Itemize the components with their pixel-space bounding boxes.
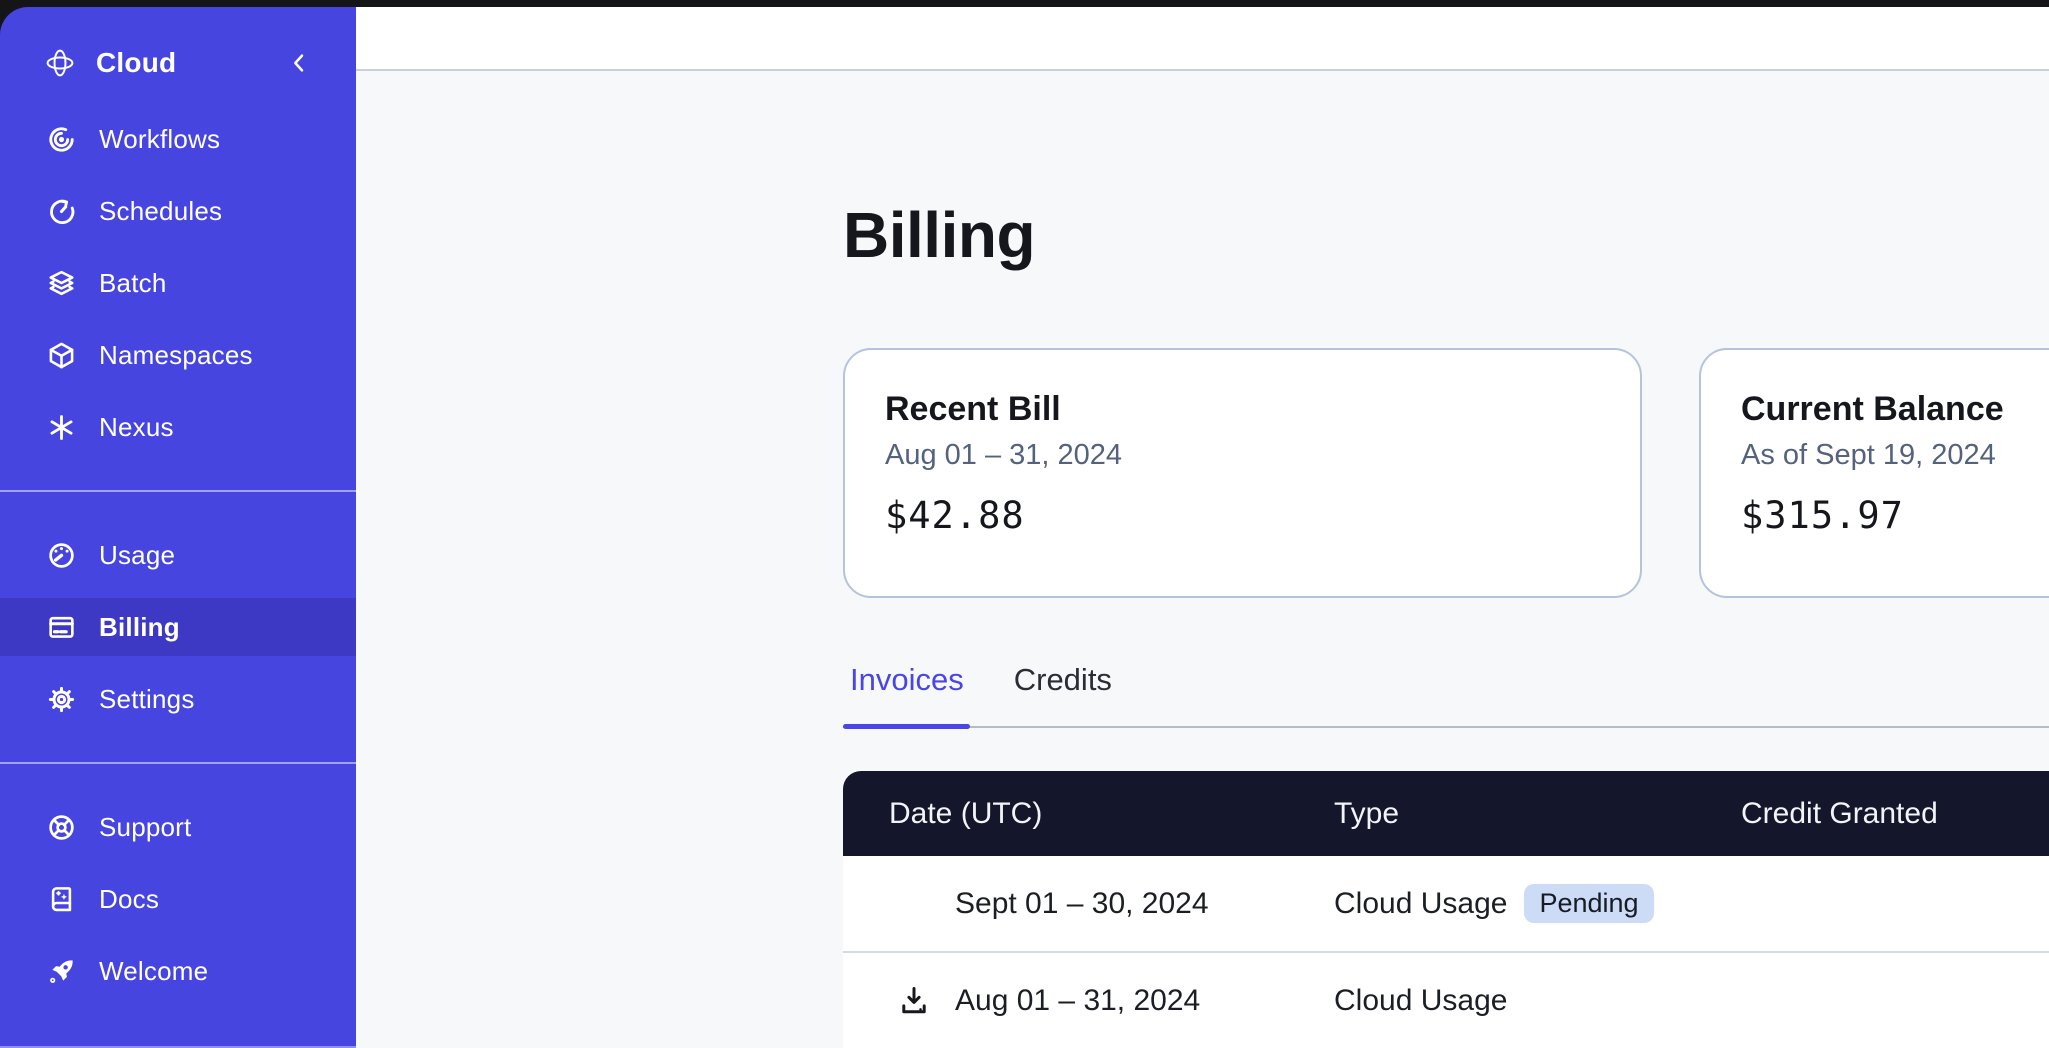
namespaces-cube-icon (46, 340, 77, 371)
summary-cards: Recent Bill Aug 01 – 31, 2024 $42.88 Cur… (843, 348, 2049, 598)
card-title: Recent Bill (885, 390, 1600, 429)
docs-book-icon (46, 884, 77, 915)
sidebar-item-label: Support (99, 812, 191, 843)
cloud-orbit-icon (44, 43, 76, 83)
page-title: Billing (843, 203, 2049, 267)
sidebar-item-support[interactable]: Support (0, 791, 356, 863)
support-lifebuoy-icon (46, 812, 77, 843)
current-balance-card: Current Balance As of Sept 19, 2024 $315… (1699, 348, 2049, 598)
sidebar-item-label: Welcome (99, 956, 208, 987)
sidebar-item-schedules[interactable]: Schedules (0, 175, 356, 247)
sidebar-item-usage[interactable]: Usage (0, 519, 356, 591)
sidebar-section: Support Docs Welcome (0, 791, 356, 1007)
sidebar-item-label: Schedules (99, 196, 222, 227)
table-header: Date (UTC) Type Credit Granted (843, 771, 2049, 856)
table-row: Sept 01 – 30, 2024 Cloud Usage Pending (843, 856, 2049, 951)
card-subtitle: As of Sept 19, 2024 (1741, 439, 2049, 472)
sidebar-item-label: Docs (99, 884, 159, 915)
sidebar-item-namespaces[interactable]: Namespaces (0, 319, 356, 391)
content: Billing Recent Bill Aug 01 – 31, 2024 $4… (356, 71, 2049, 1048)
column-header-date: Date (UTC) (843, 797, 1334, 831)
tab-credits[interactable]: Credits (1014, 662, 1112, 698)
app-shell: Cloud Workflows Schedules Batch Namespaces N… (0, 7, 2049, 1048)
batch-layers-icon (46, 268, 77, 299)
topbar (356, 7, 2049, 71)
sidebar-item-nexus[interactable]: Nexus (0, 391, 356, 463)
sidebar-item-billing[interactable]: Billing (0, 591, 356, 663)
invoice-date: Aug 01 – 31, 2024 (955, 984, 1200, 1018)
tab-bar: Invoices Credits (843, 662, 2049, 698)
date-cell: Aug 01 – 31, 2024 (843, 983, 1334, 1019)
table-row: Aug 01 – 31, 2024 Cloud Usage (843, 951, 2049, 1048)
brand-label: Cloud (96, 47, 176, 79)
sidebar: Cloud Workflows Schedules Batch Namespaces N… (0, 7, 356, 1048)
sidebar-item-label: Usage (99, 540, 175, 571)
column-header-credit-granted: Credit Granted (1741, 797, 2049, 831)
card-amount: $315.97 (1741, 494, 2049, 537)
sidebar-divider (0, 490, 356, 492)
sidebar-section: Usage Billing Settings (0, 519, 356, 735)
sidebar-item-label: Batch (99, 268, 167, 299)
sidebar-item-docs[interactable]: Docs (0, 863, 356, 935)
download-icon (897, 983, 931, 1019)
type-cell: Cloud Usage (1334, 984, 1741, 1018)
date-cell: Sept 01 – 30, 2024 (843, 887, 1334, 921)
invoice-date: Sept 01 – 30, 2024 (955, 887, 1209, 921)
sidebar-section: Workflows Schedules Batch Namespaces Nexus (0, 103, 356, 463)
sidebar-collapse-button[interactable] (286, 50, 312, 76)
tab-baseline (843, 724, 2049, 729)
welcome-rocket-icon (46, 956, 77, 987)
sidebar-item-welcome[interactable]: Welcome (0, 935, 356, 1007)
recent-bill-card: Recent Bill Aug 01 – 31, 2024 $42.88 (843, 348, 1642, 598)
billing-card-icon (46, 612, 77, 643)
card-amount: $42.88 (885, 494, 1600, 537)
card-title: Current Balance (1741, 390, 2049, 429)
sidebar-item-label: Billing (99, 612, 180, 643)
type-cell: Cloud Usage Pending (1334, 884, 1741, 923)
sidebar-divider (0, 762, 356, 764)
brand: Cloud (0, 33, 356, 93)
invoice-type: Cloud Usage (1334, 984, 1507, 1018)
sidebar-item-label: Nexus (99, 412, 174, 443)
table-body: Sept 01 – 30, 2024 Cloud Usage Pending Aug … (843, 856, 2049, 1048)
main-area: Billing Recent Bill Aug 01 – 31, 2024 $4… (356, 7, 2049, 1048)
sidebar-item-workflows[interactable]: Workflows (0, 103, 356, 175)
nexus-asterisk-icon (46, 412, 77, 443)
schedules-clock-icon (46, 196, 77, 227)
sidebar-item-settings[interactable]: Settings (0, 663, 356, 735)
workflows-icon (46, 124, 77, 155)
sidebar-item-batch[interactable]: Batch (0, 247, 356, 319)
sidebar-item-label: Settings (99, 684, 195, 715)
active-tab-indicator (843, 724, 970, 729)
card-subtitle: Aug 01 – 31, 2024 (885, 439, 1600, 472)
sidebar-item-label: Namespaces (99, 340, 253, 371)
tab-invoices[interactable]: Invoices (850, 662, 964, 698)
settings-gear-icon (46, 684, 77, 715)
sidebar-item-label: Workflows (99, 124, 220, 155)
usage-gauge-icon (46, 540, 77, 571)
column-header-type: Type (1334, 797, 1741, 831)
status-badge: Pending (1524, 884, 1653, 923)
invoices-table: Date (UTC) Type Credit Granted Sept 01 –… (843, 771, 2049, 1048)
download-invoice-button[interactable] (889, 983, 955, 1019)
invoice-type: Cloud Usage (1334, 887, 1507, 921)
